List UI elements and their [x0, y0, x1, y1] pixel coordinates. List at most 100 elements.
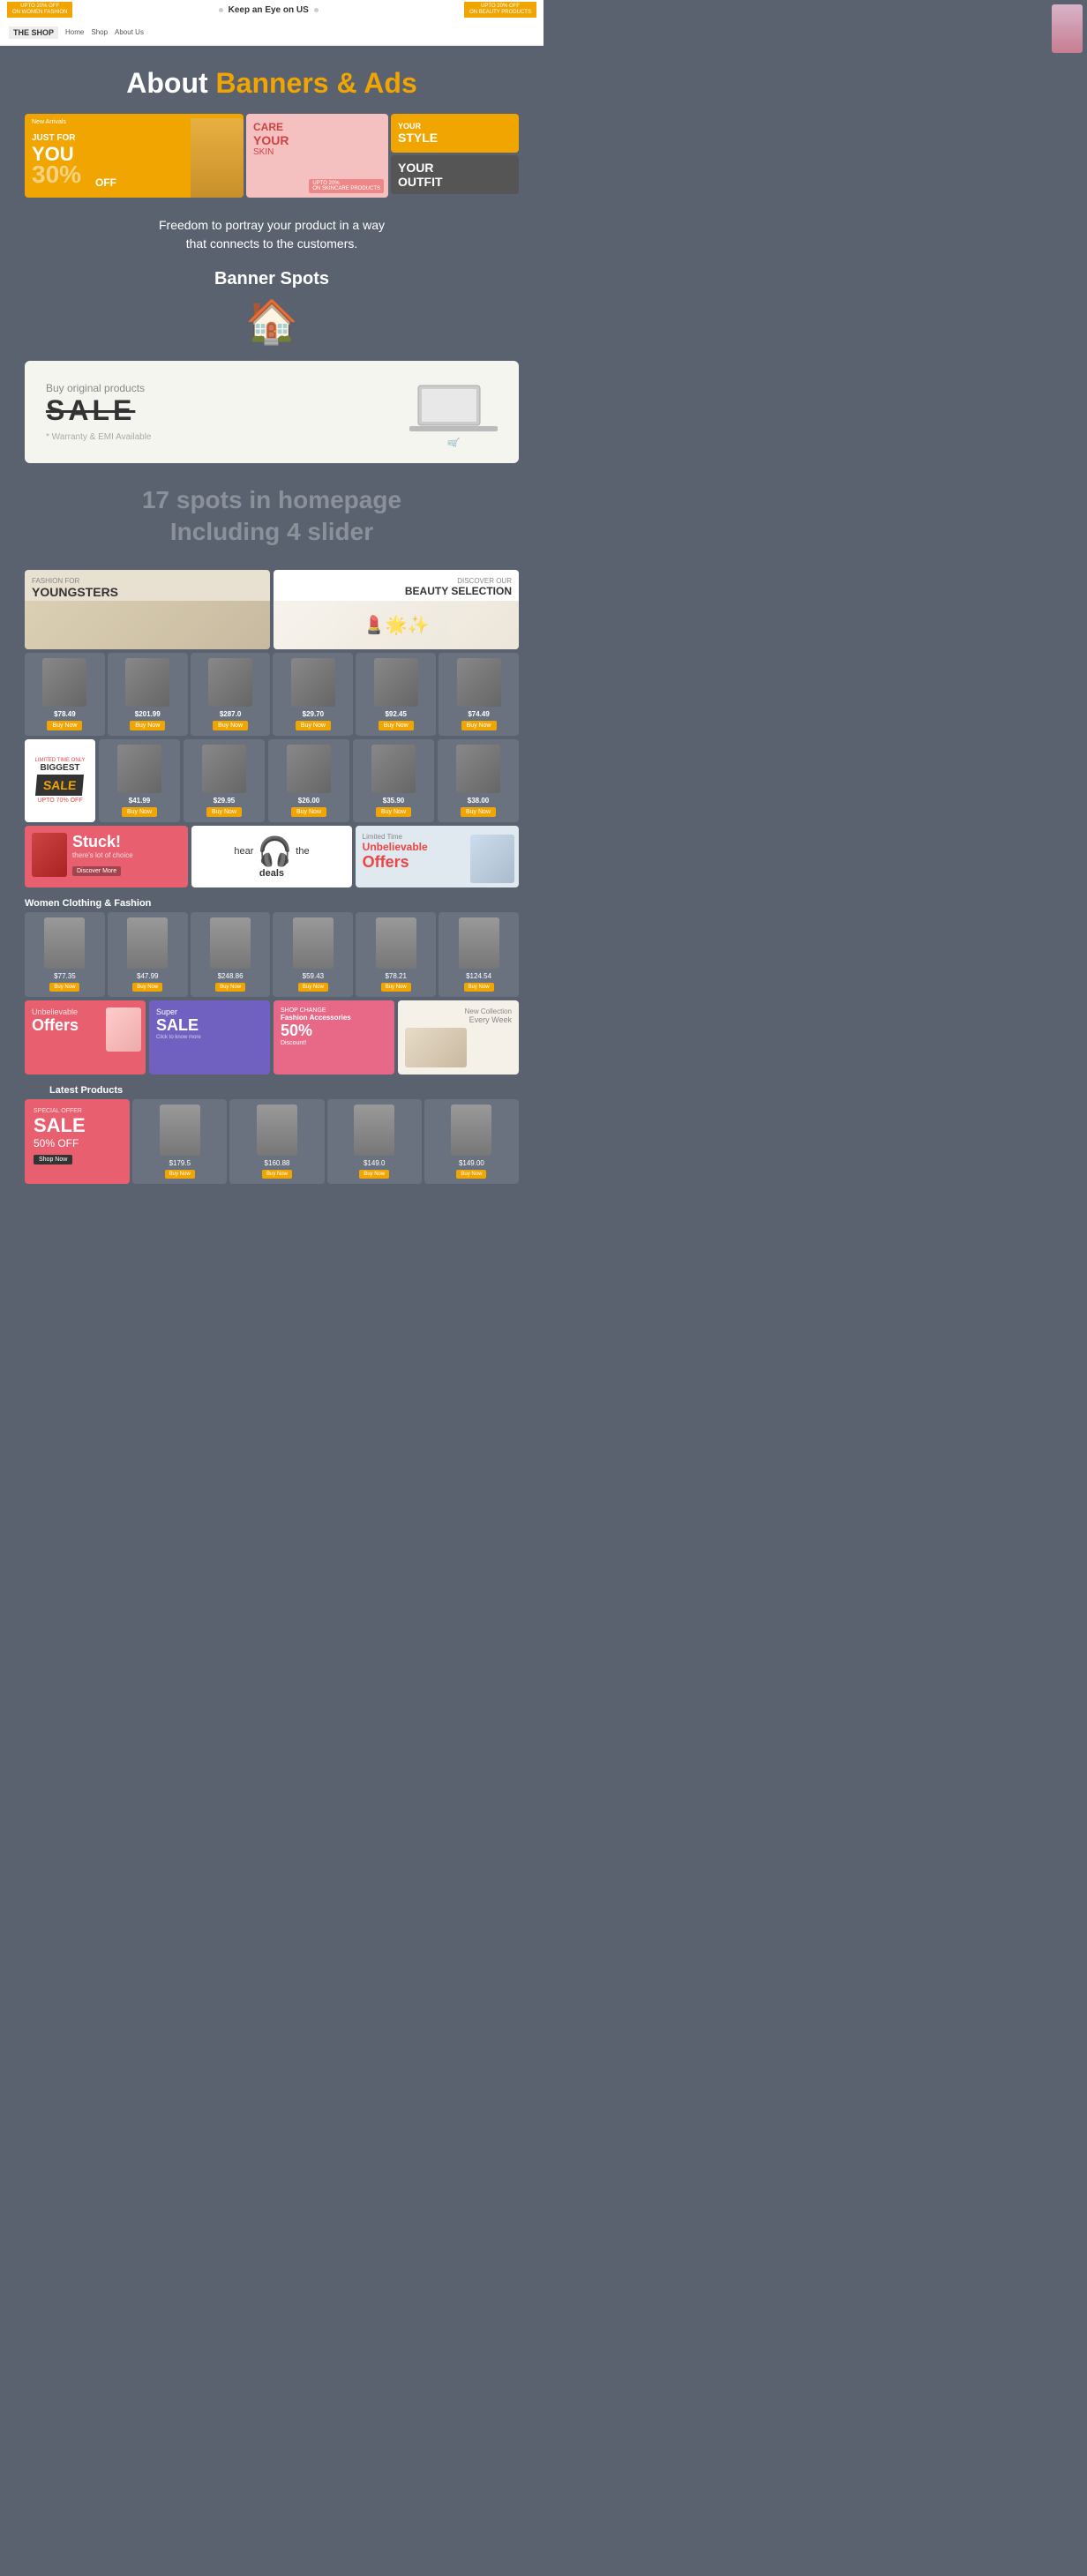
promo-right: UPTO 20% OFF ON BEAUTY PRODUCTS	[464, 2, 536, 18]
product-card-2[interactable]: $201.99 Buy Now	[108, 653, 188, 736]
women-buy-1[interactable]: Buy Now	[49, 983, 79, 992]
product-card-1[interactable]: $78.49 Buy Now	[25, 653, 105, 736]
top-bar-center-text: Keep an Eye on US	[229, 5, 309, 15]
product-card-3[interactable]: $287.0 Buy Now	[191, 653, 271, 736]
bottom-section-label: Latest Products	[25, 1078, 519, 1099]
bp-fashion[interactable]: SHOP CHANGE Fashion Accessories 50% Disc…	[274, 1000, 394, 1075]
buy-now-btn-b3[interactable]: Buy Now	[291, 807, 326, 817]
buy-now-btn-3[interactable]: Buy Now	[213, 721, 248, 730]
nav-shop[interactable]: Shop	[91, 28, 108, 36]
women-buy-5[interactable]: Buy Now	[381, 983, 411, 992]
bottom-promo-row: Unbelievable Offers Super SALE Click to …	[0, 1000, 544, 1075]
sale-left: Buy original products SALE * Warranty & …	[46, 382, 152, 442]
subtext: Freedom to portray your product in a way…	[0, 200, 544, 262]
buy-now-btn-b1[interactable]: Buy Now	[122, 807, 157, 817]
deals-text: deals	[259, 868, 284, 879]
bottom-buy-4[interactable]: Buy Now	[456, 1170, 486, 1179]
product-price-4: $29.70	[303, 710, 324, 718]
buy-now-btn-4[interactable]: Buy Now	[296, 721, 331, 730]
product-card-b5[interactable]: $38.00 Buy Now	[438, 739, 519, 822]
buy-now-btn-b2[interactable]: Buy Now	[206, 807, 242, 817]
buy-now-btn-6[interactable]: Buy Now	[461, 721, 497, 730]
bottom-card-3[interactable]: $149.0 Buy Now	[327, 1099, 422, 1184]
buy-now-btn-b4[interactable]: Buy Now	[376, 807, 411, 817]
women-card-5[interactable]: $78.21 Buy Now	[356, 912, 436, 997]
bottom-card-2[interactable]: $160.88 Buy Now	[229, 1099, 324, 1184]
page-title: About Banners & Ads	[18, 67, 526, 100]
women-buy-4[interactable]: Buy Now	[298, 983, 328, 992]
women-section: Women Clothing & Fashion $77.35 Buy Now …	[0, 891, 544, 997]
women-price-2: $47.99	[137, 972, 158, 980]
product-card-6[interactable]: $74.49 Buy Now	[439, 653, 519, 736]
sale-banner[interactable]: Buy original products SALE * Warranty & …	[25, 361, 519, 463]
women-product-row: $77.35 Buy Now $47.99 Buy Now $248.86 Bu…	[25, 912, 519, 997]
promo-left: UPTO 20% OFF ON WOMEN FASHION	[7, 2, 72, 18]
promo-deals[interactable]: hear 🎧 the deals	[191, 826, 351, 887]
discover-more-btn[interactable]: Discover More	[72, 866, 121, 876]
spots-line2: Including 4 slider	[18, 516, 526, 548]
spots-line1: 17 spots in homepage	[18, 484, 526, 516]
product-image-2	[125, 658, 169, 707]
nav-logo-text: THE SHOP	[13, 28, 54, 37]
banner-new-arrivals[interactable]: New Arrivals JUST FOR YOU 30% OFF	[25, 114, 244, 198]
two-col-banners: FASHION FOR YOUNGSTERS DISCOVER OUR BEAU…	[0, 570, 544, 649]
women-card-1[interactable]: $77.35 Buy Now	[25, 912, 105, 997]
shop-label: SHOP CHANGE	[281, 1007, 387, 1014]
bp-unbelievable[interactable]: Unbelievable Offers	[25, 1000, 146, 1075]
bottom-card-4[interactable]: $149.00 Buy Now	[424, 1099, 519, 1184]
off-label: OFF	[95, 176, 116, 189]
women-card-6[interactable]: $124.54 Buy Now	[439, 912, 519, 997]
women-card-2[interactable]: $47.99 Buy Now	[108, 912, 188, 997]
women-buy-6[interactable]: Buy Now	[464, 983, 494, 992]
banner-your-outfit[interactable]: YOUR OUTFIT	[391, 155, 519, 194]
bp-new-collection[interactable]: New Collection Every Week	[398, 1000, 519, 1075]
shop-now-btn[interactable]: Shop Now	[34, 1155, 72, 1164]
bottom-card-1[interactable]: $179.5 Buy Now	[132, 1099, 227, 1184]
sale-special-banner[interactable]: SPECIAL OFFER SALE 50% OFF Shop Now	[25, 1099, 130, 1184]
super-label: Super	[156, 1007, 263, 1016]
banner-your-style[interactable]: YOUR STYLE	[391, 114, 519, 153]
women-buy-3[interactable]: Buy Now	[215, 983, 245, 992]
the-text: the	[296, 846, 309, 857]
women-image-1	[44, 917, 85, 969]
buy-now-btn-1[interactable]: Buy Now	[47, 721, 82, 730]
subtext-line2: that connects to the customers.	[186, 236, 358, 251]
nav-home[interactable]: Home	[65, 28, 84, 36]
spots-info: 17 spots in homepage Including 4 slider	[0, 463, 544, 570]
women-image-4	[293, 917, 334, 969]
product-price-3: $287.0	[220, 710, 241, 718]
buy-now-btn-2[interactable]: Buy Now	[130, 721, 165, 730]
product-price-2: $201.99	[135, 710, 161, 718]
buy-now-btn-b5[interactable]: Buy Now	[461, 807, 496, 817]
product-card-b2[interactable]: $29.95 Buy Now	[184, 739, 265, 822]
women-image-3	[210, 917, 251, 969]
women-buy-2[interactable]: Buy Now	[132, 983, 162, 992]
product-card-4[interactable]: $29.70 Buy Now	[273, 653, 353, 736]
buy-now-btn-5[interactable]: Buy Now	[379, 721, 414, 730]
women-card-3[interactable]: $248.86 Buy Now	[191, 912, 271, 997]
promo-limited[interactable]: Limited Time Unbelievable Offers	[356, 826, 519, 887]
product-card-5[interactable]: $92.45 Buy Now	[356, 653, 436, 736]
promo-stuck[interactable]: Stuck! there's lot of choice Discover Mo…	[25, 826, 188, 887]
your-outfit-label: YOUR OUTFIT	[398, 161, 512, 189]
bottom-image-1	[160, 1105, 200, 1156]
bp-super-sale[interactable]: Super SALE Click to know more	[149, 1000, 270, 1075]
women-card-4[interactable]: $59.43 Buy Now	[273, 912, 353, 997]
banner-youngsters[interactable]: FASHION FOR YOUNGSTERS	[25, 570, 270, 649]
bottom-image-4	[451, 1105, 491, 1156]
banner-biggest-sale[interactable]: LIMITED TIME ONLY BIGGEST SALE UPTO 70% …	[25, 739, 95, 822]
upto-label: UPTO 70% OFF	[37, 798, 82, 804]
product-card-b1[interactable]: $41.99 Buy Now	[99, 739, 180, 822]
hero-heading: About Banners & Ads	[0, 46, 544, 114]
product-card-b3[interactable]: $26.00 Buy Now	[268, 739, 349, 822]
model-image	[191, 118, 244, 198]
bottom-buy-2[interactable]: Buy Now	[262, 1170, 292, 1179]
product-card-b4[interactable]: $35.90 Buy Now	[353, 739, 434, 822]
style-label: STYLE	[398, 131, 512, 145]
women-price-1: $77.35	[54, 972, 75, 980]
nav-about[interactable]: About Us	[115, 28, 144, 36]
banner-skin-care[interactable]: CARE YOUR SKIN UPTO 20% ON SKINCARE PROD…	[246, 114, 388, 198]
bottom-buy-3[interactable]: Buy Now	[359, 1170, 389, 1179]
bottom-buy-1[interactable]: Buy Now	[165, 1170, 195, 1179]
banner-beauty[interactable]: DISCOVER OUR BEAUTY SELECTION 💄🌟✨	[274, 570, 519, 649]
